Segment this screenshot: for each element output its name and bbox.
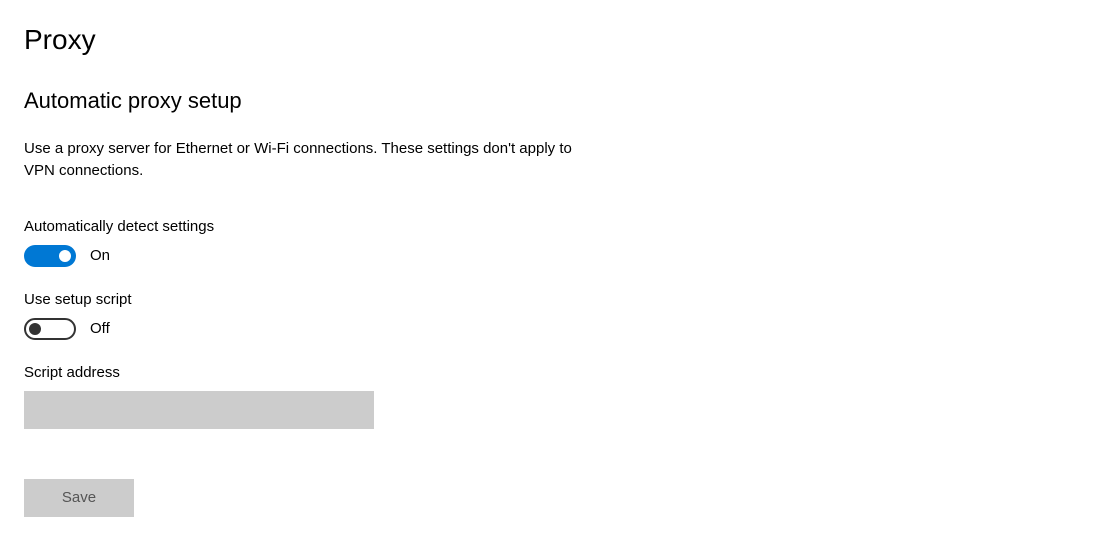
toggle-knob-icon: [29, 323, 41, 335]
script-address-input[interactable]: [24, 391, 374, 429]
auto-detect-label: Automatically detect settings: [24, 218, 1071, 235]
setting-script-address: Script address: [24, 364, 1071, 429]
section-description: Use a proxy server for Ethernet or Wi-Fi…: [24, 138, 584, 182]
save-button[interactable]: Save: [24, 479, 134, 517]
setup-script-label: Use setup script: [24, 291, 1071, 308]
setup-script-toggle[interactable]: [24, 318, 76, 340]
script-address-label: Script address: [24, 364, 1071, 381]
setting-auto-detect: Automatically detect settings On: [24, 218, 1071, 267]
setting-setup-script: Use setup script Off: [24, 291, 1071, 340]
section-title-automatic-proxy: Automatic proxy setup: [24, 88, 1071, 114]
setup-script-state: Off: [90, 320, 110, 337]
auto-detect-state: On: [90, 247, 110, 264]
toggle-knob-icon: [59, 250, 71, 262]
auto-detect-toggle[interactable]: [24, 245, 76, 267]
page-title: Proxy: [24, 24, 1071, 56]
